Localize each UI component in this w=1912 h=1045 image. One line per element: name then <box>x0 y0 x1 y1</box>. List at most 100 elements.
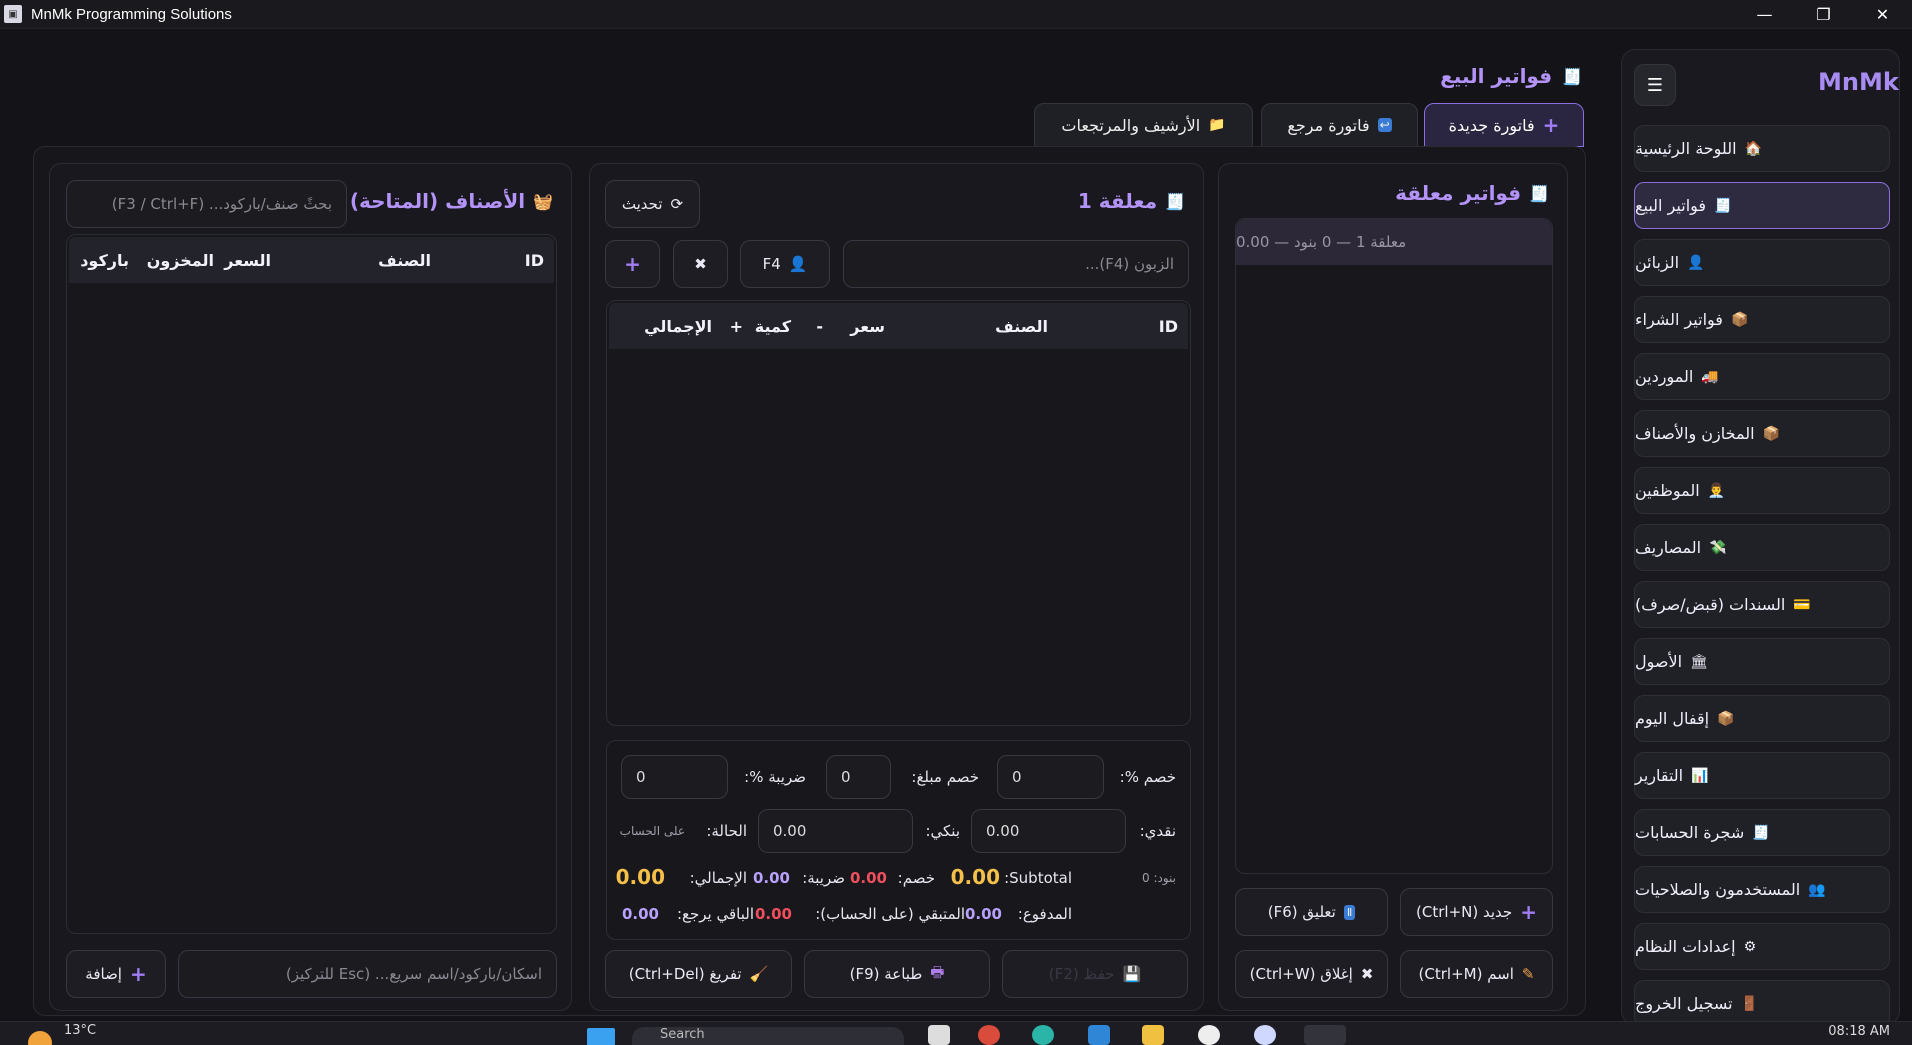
edge-icon[interactable] <box>1032 1025 1054 1045</box>
sidebar-icon: 🚪 <box>1740 995 1759 1012</box>
discount-pct-input[interactable] <box>997 755 1104 799</box>
tax-pct-input[interactable] <box>621 755 728 799</box>
brand-logo: MnMk <box>1818 68 1899 96</box>
sidebar-item-label: المستخدمون والصلاحيات <box>1635 880 1801 899</box>
sidebar-item-label: المصاريف <box>1635 538 1702 557</box>
sidebar-item-label: إعدادات النظام <box>1635 937 1736 956</box>
sidebar-item-7[interactable]: 👨‍💼 الموظفين <box>1634 467 1890 514</box>
col-barcode[interactable]: باركود <box>80 251 129 270</box>
rename-button[interactable]: ✎ اسم (Ctrl+M) <box>1400 950 1553 998</box>
sidebar-icon: 💸 <box>1709 539 1727 556</box>
subtotal-value: 0.00 <box>950 865 1000 889</box>
active-app-icon[interactable] <box>1304 1025 1346 1045</box>
sidebar-item-label: فواتير الشراء <box>1635 310 1723 329</box>
quick-scan-input[interactable] <box>178 950 557 998</box>
sidebar-item-10[interactable]: 🏛 الأصول <box>1634 638 1890 685</box>
windows-start-icon[interactable] <box>587 1028 615 1045</box>
sidebar-item-11[interactable]: 📦 إقفال اليوم <box>1634 695 1890 742</box>
sidebar-item-15[interactable]: ⚙ إعدادات النظام <box>1634 923 1890 970</box>
chrome-icon[interactable] <box>978 1025 1000 1045</box>
bank-input[interactable] <box>758 809 913 853</box>
col-plus[interactable]: + <box>730 317 743 336</box>
col-id[interactable]: ID <box>1159 317 1178 336</box>
sidebar-item-2[interactable]: 🧾 فواتير البيع <box>1634 182 1890 229</box>
pending-list-item[interactable]: معلقة 1 — 0 بنود — 0.00 <box>1236 219 1552 265</box>
sidebar-item-label: المخازن والأصناف <box>1635 424 1755 443</box>
weather-temp[interactable]: 13°C <box>64 1023 96 1038</box>
total-value: 0.00 <box>615 865 665 889</box>
paid-value: 0.00 <box>964 905 1002 923</box>
subtotal-label: Subtotal: <box>1004 869 1072 887</box>
sidebar-item-9[interactable]: 💳 السندات (قبض/صرف) <box>1634 581 1890 628</box>
tab-reference-invoice[interactable]: ↩ فاتورة مرجع <box>1261 103 1418 147</box>
product-search-input[interactable] <box>66 180 347 228</box>
discount-amount-input[interactable] <box>826 755 891 799</box>
col-minus[interactable]: - <box>816 317 823 336</box>
folder-icon[interactable] <box>1142 1025 1164 1045</box>
basket-icon: 🧺 <box>533 191 553 211</box>
add-customer-button[interactable]: + <box>605 240 660 288</box>
sidebar-item-4[interactable]: 📦 فواتير الشراء <box>1634 296 1890 343</box>
col-total[interactable]: الإجمالي <box>644 317 712 336</box>
weather-icon <box>28 1031 52 1045</box>
sidebar-item-label: إقفال اليوم <box>1635 709 1710 728</box>
sidebar-item-8[interactable]: 💸 المصاريف <box>1634 524 1890 571</box>
col-item[interactable]: الصنف <box>995 317 1048 336</box>
status-value: على الحساب <box>619 824 685 838</box>
invoice-lines-table: ID الصنف سعر - كمية + الإجمالي <box>606 300 1191 726</box>
sidebar-icon: 📊 <box>1691 767 1709 784</box>
sidebar-item-12[interactable]: 📊 التقارير <box>1634 752 1890 799</box>
sidebar-item-label: الأصول <box>1635 652 1683 671</box>
add-product-button[interactable]: + إضافة <box>66 950 166 998</box>
discount-amount-label: خصم مبلغ: <box>911 768 979 786</box>
sidebar-icon: 🏠 <box>1744 140 1762 157</box>
app-icon[interactable] <box>1198 1025 1220 1045</box>
invoice-title: 🧾 معلقة 1 <box>1077 189 1185 213</box>
clear-customer-button[interactable]: ✖ <box>673 240 728 288</box>
hold-button[interactable]: Ⅱ تعليق (F6) <box>1235 888 1388 936</box>
save-button[interactable]: 💾 حفظ (F2) <box>1002 950 1188 998</box>
sidebar-item-13[interactable]: 🧾 شجرة الحسابات <box>1634 809 1890 856</box>
app-icon[interactable] <box>1254 1025 1276 1045</box>
discount-label: خصم: <box>897 869 935 887</box>
minimize-button[interactable]: — <box>1735 0 1794 29</box>
refresh-button[interactable]: ⟳ تحديث <box>605 180 700 228</box>
sidebar-item-14[interactable]: 👥 المستخدمون والصلاحيات <box>1634 866 1890 913</box>
sidebar-item-label: اللوحة الرئيسية <box>1635 139 1737 158</box>
taskbar-clock[interactable]: 08:18 AM <box>1828 1024 1890 1039</box>
taskbar-search[interactable]: Search <box>632 1027 904 1045</box>
tab-new-invoice[interactable]: + فاتورة جديدة <box>1424 103 1584 147</box>
sidebar-item-1[interactable]: 🏠 اللوحة الرئيسية <box>1634 125 1890 172</box>
customer-input[interactable] <box>843 240 1189 288</box>
window-title: MnMk Programming Solutions <box>31 5 232 23</box>
col-price[interactable]: السعر <box>224 251 271 270</box>
customer-select-button[interactable]: 👤 F4 <box>740 240 830 288</box>
hamburger-menu-button[interactable]: ☰ <box>1634 64 1676 106</box>
col-qty[interactable]: كمية <box>755 317 791 336</box>
col-stock[interactable]: المخزون <box>147 251 214 270</box>
col-id[interactable]: ID <box>525 251 544 270</box>
sidebar-item-3[interactable]: 👤 الزبائن <box>1634 239 1890 286</box>
discount-pct-label: خصم %: <box>1119 768 1176 786</box>
sidebar-item-16[interactable]: 🚪 تسجيل الخروج <box>1634 980 1890 1024</box>
empty-invoice-button[interactable]: 🧹 تفريغ (Ctrl+Del) <box>605 950 792 998</box>
taskbar-app-icon[interactable] <box>928 1025 950 1045</box>
bank-label: بنكي: <box>925 822 960 840</box>
col-price[interactable]: سعر <box>850 317 885 336</box>
tab-archive-returns[interactable]: 📁 الأرشيف والمرتجعات <box>1034 103 1253 147</box>
new-invoice-button[interactable]: + جديد (Ctrl+N) <box>1400 888 1553 936</box>
os-taskbar: 13°C Search 08:18 AM <box>0 1021 1912 1045</box>
close-invoice-button[interactable]: ✖ إغلاق (Ctrl+W) <box>1235 950 1388 998</box>
products-panel: 🧺 الأصناف (المتاحة) ID الصنف السعر المخز… <box>49 163 572 1011</box>
vscode-icon[interactable] <box>1088 1025 1110 1045</box>
cash-input[interactable] <box>971 809 1126 853</box>
close-window-button[interactable]: ✕ <box>1853 0 1912 29</box>
restore-button[interactable]: ❐ <box>1794 0 1853 29</box>
sidebar-item-6[interactable]: 📦 المخازن والأصناف <box>1634 410 1890 457</box>
sidebar-icon: 🚚 <box>1701 368 1719 385</box>
sidebar-item-5[interactable]: 🚚 الموردين <box>1634 353 1890 400</box>
refresh-icon: ⟳ <box>670 195 684 213</box>
sidebar-item-label: الزبائن <box>1635 253 1680 272</box>
col-item[interactable]: الصنف <box>378 251 431 270</box>
print-button[interactable]: 🖶 طباعة (F9) <box>804 950 990 998</box>
